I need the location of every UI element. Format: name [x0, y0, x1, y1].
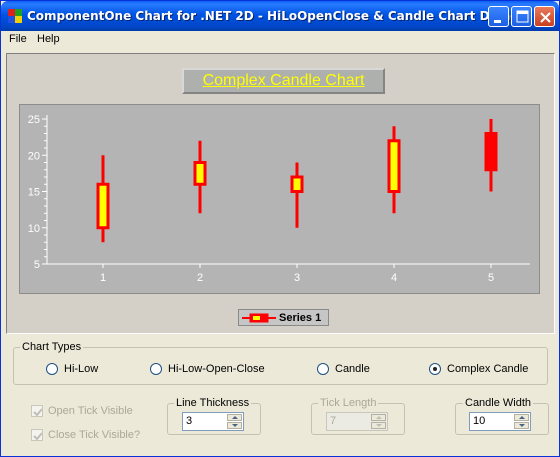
candle-body — [484, 132, 498, 172]
candle-body — [387, 139, 401, 193]
close-tick-label: Close Tick Visible? — [48, 429, 141, 441]
title-bar[interactable]: ComponentOne Chart for .NET 2D - HiLoOpe… — [1, 1, 559, 31]
y-tick-label: 20 — [28, 150, 40, 162]
radio-selected-dot — [433, 367, 437, 371]
app-window: ComponentOne Chart for .NET 2D - HiLoOpe… — [0, 0, 560, 457]
x-tick-label: 5 — [488, 272, 494, 284]
radio-button[interactable] — [429, 363, 441, 375]
chart-types-label: Chart Types — [20, 341, 84, 353]
radio-label: Candle — [335, 363, 370, 375]
y-tick-label: 25 — [28, 114, 40, 126]
line-thickness-spinner[interactable]: 3 — [182, 412, 244, 431]
y-tick-label: 15 — [28, 187, 40, 199]
candle-body — [290, 175, 304, 193]
menu-help[interactable]: Help — [37, 33, 60, 45]
maximize-icon — [516, 10, 529, 23]
line-thickness-value[interactable]: 3 — [186, 415, 192, 427]
spin-up-button[interactable] — [227, 414, 242, 421]
legend-swatch — [242, 313, 276, 323]
candle-chart: 5 10 15 20 25 1 2 3 4 5 — [28, 114, 530, 284]
spin-buttons — [514, 414, 529, 429]
menu-bar: File Help — [1, 31, 559, 49]
open-tick-label: Open Tick Visible — [48, 405, 133, 417]
app-icon — [8, 9, 22, 23]
x-tick-label: 3 — [294, 272, 300, 284]
candle-width-value[interactable]: 10 — [473, 415, 485, 427]
close-icon — [540, 12, 551, 23]
menu-file[interactable]: File — [9, 33, 27, 45]
chart-panel: Complex Candle Chart 5 10 15 20 25 1 2 3 4 5 Seri… — [6, 53, 555, 334]
spin-down-button[interactable] — [371, 422, 386, 429]
window-title: ComponentOne Chart for .NET 2D - HiLoOpe… — [27, 9, 519, 23]
close-button[interactable] — [534, 6, 555, 27]
radio-button[interactable] — [46, 363, 58, 375]
x-tick-label: 2 — [197, 272, 203, 284]
radio-label: Complex Candle — [447, 363, 529, 375]
x-tick-label: 4 — [391, 272, 397, 284]
candle-body — [193, 161, 207, 186]
spin-buttons — [371, 414, 386, 429]
radio-button[interactable] — [150, 363, 162, 375]
candle-body — [96, 182, 110, 230]
minimize-button[interactable] — [488, 6, 509, 27]
radio-label: Hi-Low — [64, 363, 99, 375]
minimize-icon — [494, 20, 501, 23]
spin-down-button[interactable] — [227, 422, 242, 429]
tick-length-value[interactable]: 7 — [330, 415, 336, 427]
line-thickness-label: Line Thickness — [174, 397, 252, 409]
tick-length-label: Tick Length — [318, 397, 379, 409]
candle-width-spinner[interactable]: 10 — [469, 412, 531, 431]
plot-area: 5 10 15 20 25 1 2 3 4 5 — [19, 104, 540, 294]
spin-down-button[interactable] — [514, 422, 529, 429]
y-tick-label: 10 — [28, 223, 40, 235]
maximize-button[interactable] — [511, 6, 532, 27]
radio-button[interactable] — [317, 363, 329, 375]
checkmark-icon[interactable] — [31, 405, 43, 417]
legend-label: Series 1 — [279, 312, 322, 324]
x-tick-label: 1 — [100, 272, 106, 284]
radio-label: Hi-Low-Open-Close — [168, 363, 265, 375]
spin-buttons — [227, 414, 242, 429]
spin-up-button[interactable] — [514, 414, 529, 421]
chart-title: Complex Candle Chart — [182, 68, 385, 94]
tick-length-spinner[interactable]: 7 — [326, 412, 388, 431]
checkmark-icon[interactable] — [31, 429, 43, 441]
spin-up-button[interactable] — [371, 414, 386, 421]
legend: Series 1 — [238, 309, 329, 326]
candle-width-label: Candle Width — [463, 397, 534, 409]
y-tick-label: 5 — [34, 259, 40, 271]
